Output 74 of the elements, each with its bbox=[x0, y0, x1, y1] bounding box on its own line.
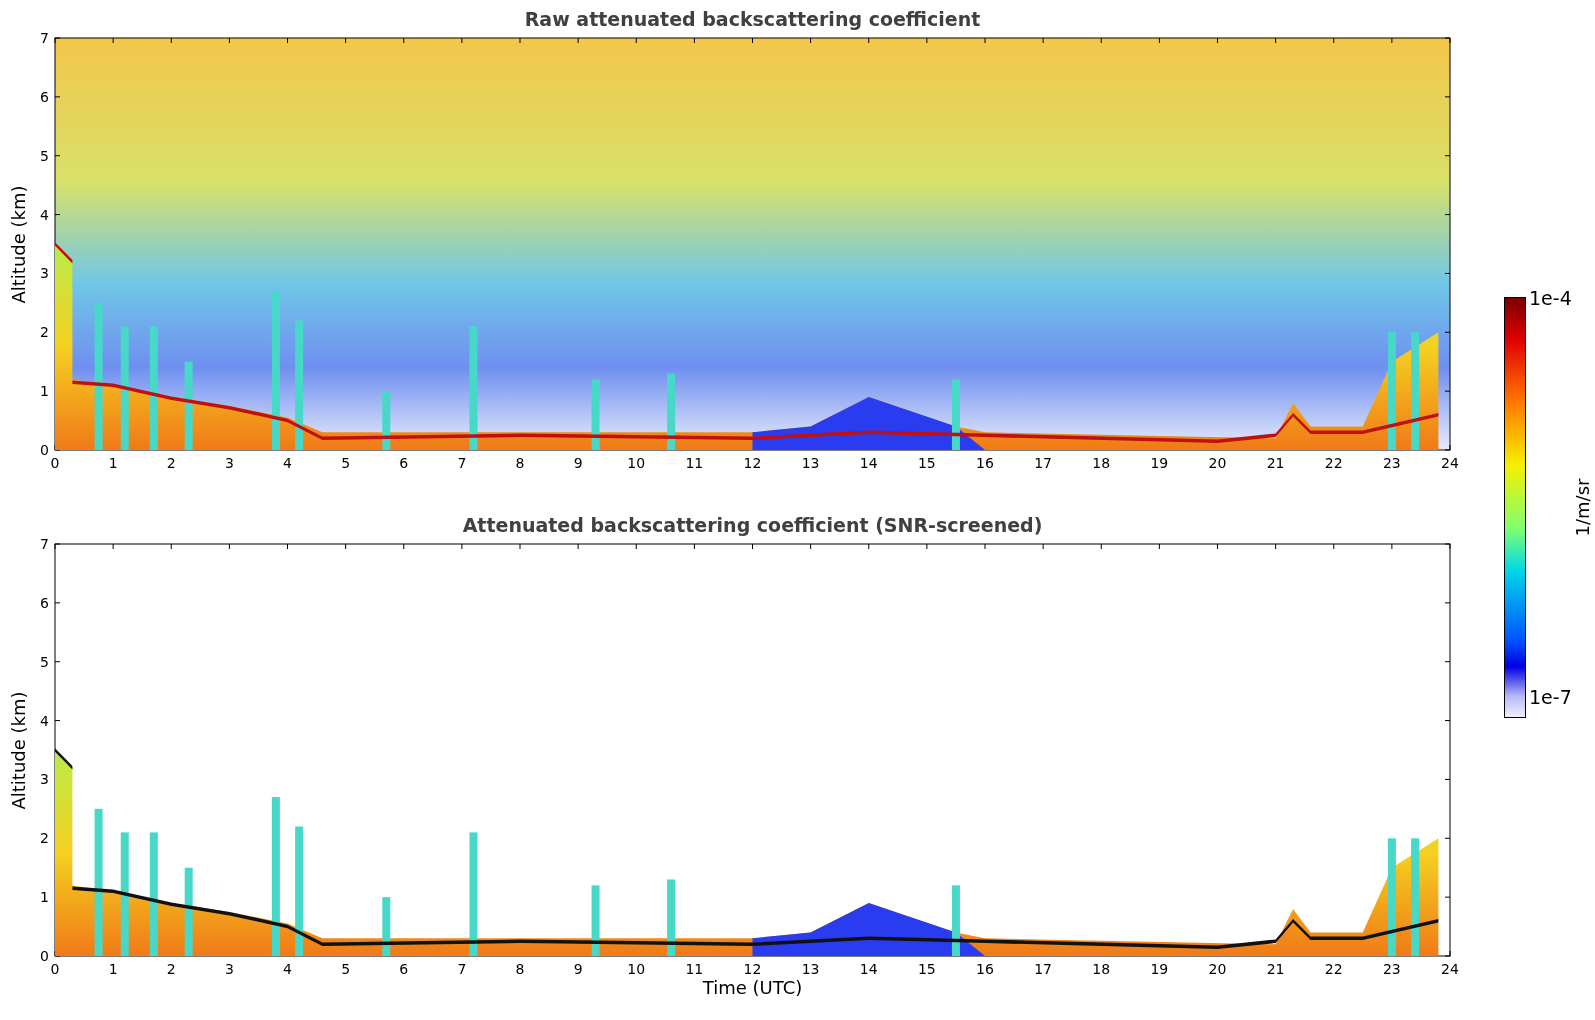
tick-label: 20 bbox=[1208, 455, 1227, 470]
tick-label: 16 bbox=[976, 961, 994, 976]
tick-label: 0 bbox=[40, 948, 49, 964]
tick-label: 21 bbox=[1266, 961, 1285, 976]
axis-label: Altitude (km) bbox=[6, 184, 30, 304]
tick-label: 1 bbox=[108, 961, 118, 976]
tick-label: 15 bbox=[917, 455, 936, 470]
tick-label: 8 bbox=[515, 961, 525, 976]
tick-label: 13 bbox=[801, 455, 820, 470]
tick-label: 19 bbox=[1150, 961, 1169, 976]
tick-label: 12 bbox=[743, 455, 762, 470]
chart-title: Attenuated backscattering coefficient (SNR-screened) bbox=[462, 514, 1043, 536]
tick-label: 18 bbox=[1092, 961, 1111, 976]
axis-label: Altitude (km) bbox=[6, 690, 30, 810]
colorbar-label: 1e-7 bbox=[1529, 686, 1572, 708]
tick-label: 5 bbox=[40, 147, 49, 164]
tick-label: 6 bbox=[40, 594, 49, 611]
tick-label: 5 bbox=[341, 961, 351, 976]
tick-label: 4 bbox=[283, 455, 292, 470]
tick-label: 6 bbox=[399, 455, 409, 470]
tick-label: 18 bbox=[1092, 455, 1111, 470]
tick-label: 16 bbox=[976, 455, 994, 470]
tick-label: 2 bbox=[40, 324, 49, 341]
tick-label: 1 bbox=[40, 889, 49, 906]
tick-label: 4 bbox=[40, 206, 49, 223]
tick-label: 10 bbox=[627, 961, 646, 976]
tick-label: 13 bbox=[801, 961, 820, 976]
tick-label: 7 bbox=[457, 961, 467, 976]
tick-label: 3 bbox=[224, 455, 234, 470]
tick-label: 14 bbox=[859, 455, 878, 470]
tick-label: 14 bbox=[859, 961, 878, 976]
tick-label: 24 bbox=[1441, 961, 1459, 976]
tick-label: 21 bbox=[1266, 455, 1285, 470]
tick-label: 5 bbox=[341, 455, 351, 470]
tick-label: 0 bbox=[50, 961, 60, 976]
tick-label: 4 bbox=[40, 712, 49, 729]
tick-label: 9 bbox=[573, 455, 583, 470]
tick-label: 3 bbox=[40, 771, 49, 788]
tick-label: 19 bbox=[1150, 455, 1169, 470]
tick-label: 22 bbox=[1324, 455, 1343, 470]
tick-label: 0 bbox=[40, 442, 49, 458]
colorbar-label: 1e-4 bbox=[1529, 287, 1572, 309]
axis-label: Time (UTC) bbox=[702, 976, 803, 1000]
tick-label: 1 bbox=[40, 383, 49, 400]
colorbar-unit: 1/m/sr bbox=[1571, 478, 1595, 537]
tick-label: 22 bbox=[1324, 961, 1343, 976]
tick-label: 15 bbox=[917, 961, 936, 976]
tick-label: 0 bbox=[50, 455, 60, 470]
chart-title: Raw attenuated backscattering coefficient bbox=[524, 8, 981, 30]
tick-label: 5 bbox=[40, 653, 49, 670]
tick-label: 20 bbox=[1208, 961, 1227, 976]
tick-label: 7 bbox=[40, 536, 49, 552]
tick-label: 17 bbox=[1034, 455, 1053, 470]
tick-label: 11 bbox=[685, 961, 704, 976]
tick-label: 12 bbox=[743, 961, 762, 976]
tick-label: 6 bbox=[399, 961, 409, 976]
tick-label: 3 bbox=[40, 265, 49, 282]
tick-label: 17 bbox=[1034, 961, 1053, 976]
tick-label: 6 bbox=[40, 88, 49, 105]
tick-label: 23 bbox=[1382, 455, 1401, 470]
tick-label: 2 bbox=[40, 830, 49, 847]
tick-label: 2 bbox=[166, 961, 176, 976]
tick-label: 2 bbox=[166, 455, 176, 470]
tick-label: 10 bbox=[627, 455, 646, 470]
tick-label: 24 bbox=[1441, 455, 1459, 470]
tick-label: 8 bbox=[515, 455, 525, 470]
tick-label: 3 bbox=[224, 961, 234, 976]
tick-label: 7 bbox=[40, 30, 49, 46]
tick-label: 9 bbox=[573, 961, 583, 976]
tick-label: 23 bbox=[1382, 961, 1401, 976]
tick-label: 1 bbox=[108, 455, 118, 470]
tick-label: 7 bbox=[457, 455, 467, 470]
tick-label: 4 bbox=[283, 961, 292, 976]
tick-label: 11 bbox=[685, 455, 704, 470]
